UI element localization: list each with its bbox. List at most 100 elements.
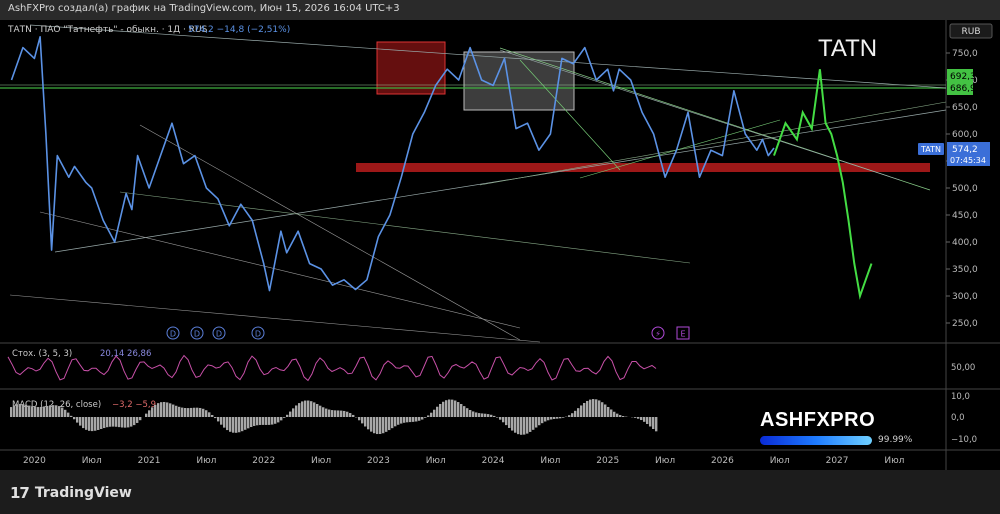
macd-bar [622, 416, 625, 417]
macd-bar [499, 417, 502, 420]
macd-bar [640, 417, 643, 421]
macd-bar [463, 406, 466, 417]
y-tick-label: 400,0 [952, 238, 978, 248]
macd-bar [484, 413, 487, 417]
macd-bar [91, 417, 94, 432]
macd-bar [502, 417, 505, 423]
macd-bar [655, 417, 658, 432]
macd-tick: 10,0 [951, 392, 970, 402]
macd-bar [46, 405, 49, 417]
macd-bar [19, 403, 22, 417]
macd-bar [319, 405, 322, 417]
macd-bar [298, 403, 301, 417]
macd-bar [577, 408, 580, 417]
macd-bar [331, 410, 334, 417]
price-chart[interactable]: ТАТN · ПАО "Татнефть" - обыкн. · 1Д · RU… [0, 20, 1000, 470]
macd-bar [154, 404, 157, 417]
macd-bar [361, 417, 364, 424]
macd-bar [475, 412, 478, 417]
macd-bar [196, 407, 199, 417]
macd-bar [178, 406, 181, 417]
macd-bar [388, 417, 391, 431]
macd-bar [340, 410, 343, 417]
macd-bar [94, 417, 97, 431]
macd-bar [307, 400, 310, 417]
last-price-value: 574,2 [952, 145, 978, 155]
macd-bar [523, 417, 526, 435]
macd-bar [112, 417, 115, 427]
tradingview-wordmark: TradingView [34, 485, 132, 501]
macd-bar [538, 417, 541, 426]
macd-bar [118, 417, 121, 428]
macd-bar [139, 417, 142, 421]
macd-bar [433, 409, 436, 417]
macd-bar [64, 409, 67, 417]
y-tick-label: 750,0 [952, 49, 978, 59]
macd-bar [610, 409, 613, 417]
macd-bar [328, 409, 331, 417]
instrument-label[interactable]: ТАТN · ПАО "Татнефть" - обыкн. · 1Д · RU… [7, 25, 208, 35]
macd-bar [553, 417, 556, 419]
macd-bar [418, 417, 421, 421]
level-badge-1: 692,3 [950, 72, 976, 82]
tradingview-logo[interactable]: 17 TradingView [10, 484, 132, 502]
macd-bar [151, 407, 154, 417]
macd-bar [370, 417, 373, 432]
macd-bar [469, 409, 472, 417]
macd-bar [367, 417, 370, 430]
macd-bar [214, 417, 217, 419]
event-marker-label: D [194, 330, 200, 339]
macd-bar [439, 403, 442, 417]
symbol-watermark: TATN [818, 35, 877, 62]
macd-bar [163, 401, 166, 417]
macd-bar [67, 412, 70, 417]
bar-countdown: 07:45:34 [950, 156, 986, 165]
stoch-tick: 50,00 [951, 363, 975, 373]
progress-bar [760, 436, 872, 445]
support-zone [356, 163, 930, 172]
macd-bar [25, 404, 28, 417]
macd-bar [550, 417, 553, 420]
macd-values: −3,2 −5,9 [112, 400, 156, 410]
stoch-label[interactable]: Стох. (3, 5, 3) [12, 349, 72, 359]
macd-bar [487, 414, 490, 417]
x-tick-label: Июл [884, 456, 904, 466]
macd-bar [616, 413, 619, 417]
macd-bar [292, 408, 295, 417]
macd-bar [613, 411, 616, 417]
macd-bar [172, 404, 175, 417]
macd-bar [199, 407, 202, 417]
macd-bar [304, 400, 307, 417]
x-tick-label: 2027 [826, 456, 849, 466]
macd-bar [394, 417, 397, 427]
macd-bar [208, 412, 211, 417]
macd-bar [568, 415, 571, 417]
macd-bar [187, 408, 190, 417]
macd-bar [637, 417, 640, 419]
x-tick-label: Июл [426, 456, 446, 466]
x-tick-label: 2023 [367, 456, 390, 466]
macd-bar [238, 417, 241, 433]
macd-bar [649, 417, 652, 427]
macd-bar [82, 417, 85, 429]
macd-bar [49, 405, 52, 417]
y-tick-label: 650,0 [952, 103, 978, 113]
macd-bar [250, 417, 253, 428]
macd-bar [28, 405, 31, 417]
macd-bar [226, 417, 229, 431]
macd-bar [376, 417, 379, 435]
time-scale[interactable]: 2020 Июл 2021 Июл 2022 Июл 2023 Июл 2024 Июл 2025 И… [23, 456, 904, 466]
macd-bar [349, 413, 352, 417]
macd-bar [244, 417, 247, 430]
macd-bar [295, 405, 298, 417]
x-tick-label: 2021 [138, 456, 161, 466]
macd-bar [472, 411, 475, 417]
macd-bar [169, 403, 172, 417]
y-tick-label: 300,0 [952, 292, 978, 302]
macd-bar [55, 405, 58, 417]
macd-bar [385, 417, 388, 432]
macd-bar [325, 408, 328, 417]
macd-bar [346, 411, 349, 417]
macd-bar [256, 417, 259, 426]
macd-bar [145, 413, 148, 417]
